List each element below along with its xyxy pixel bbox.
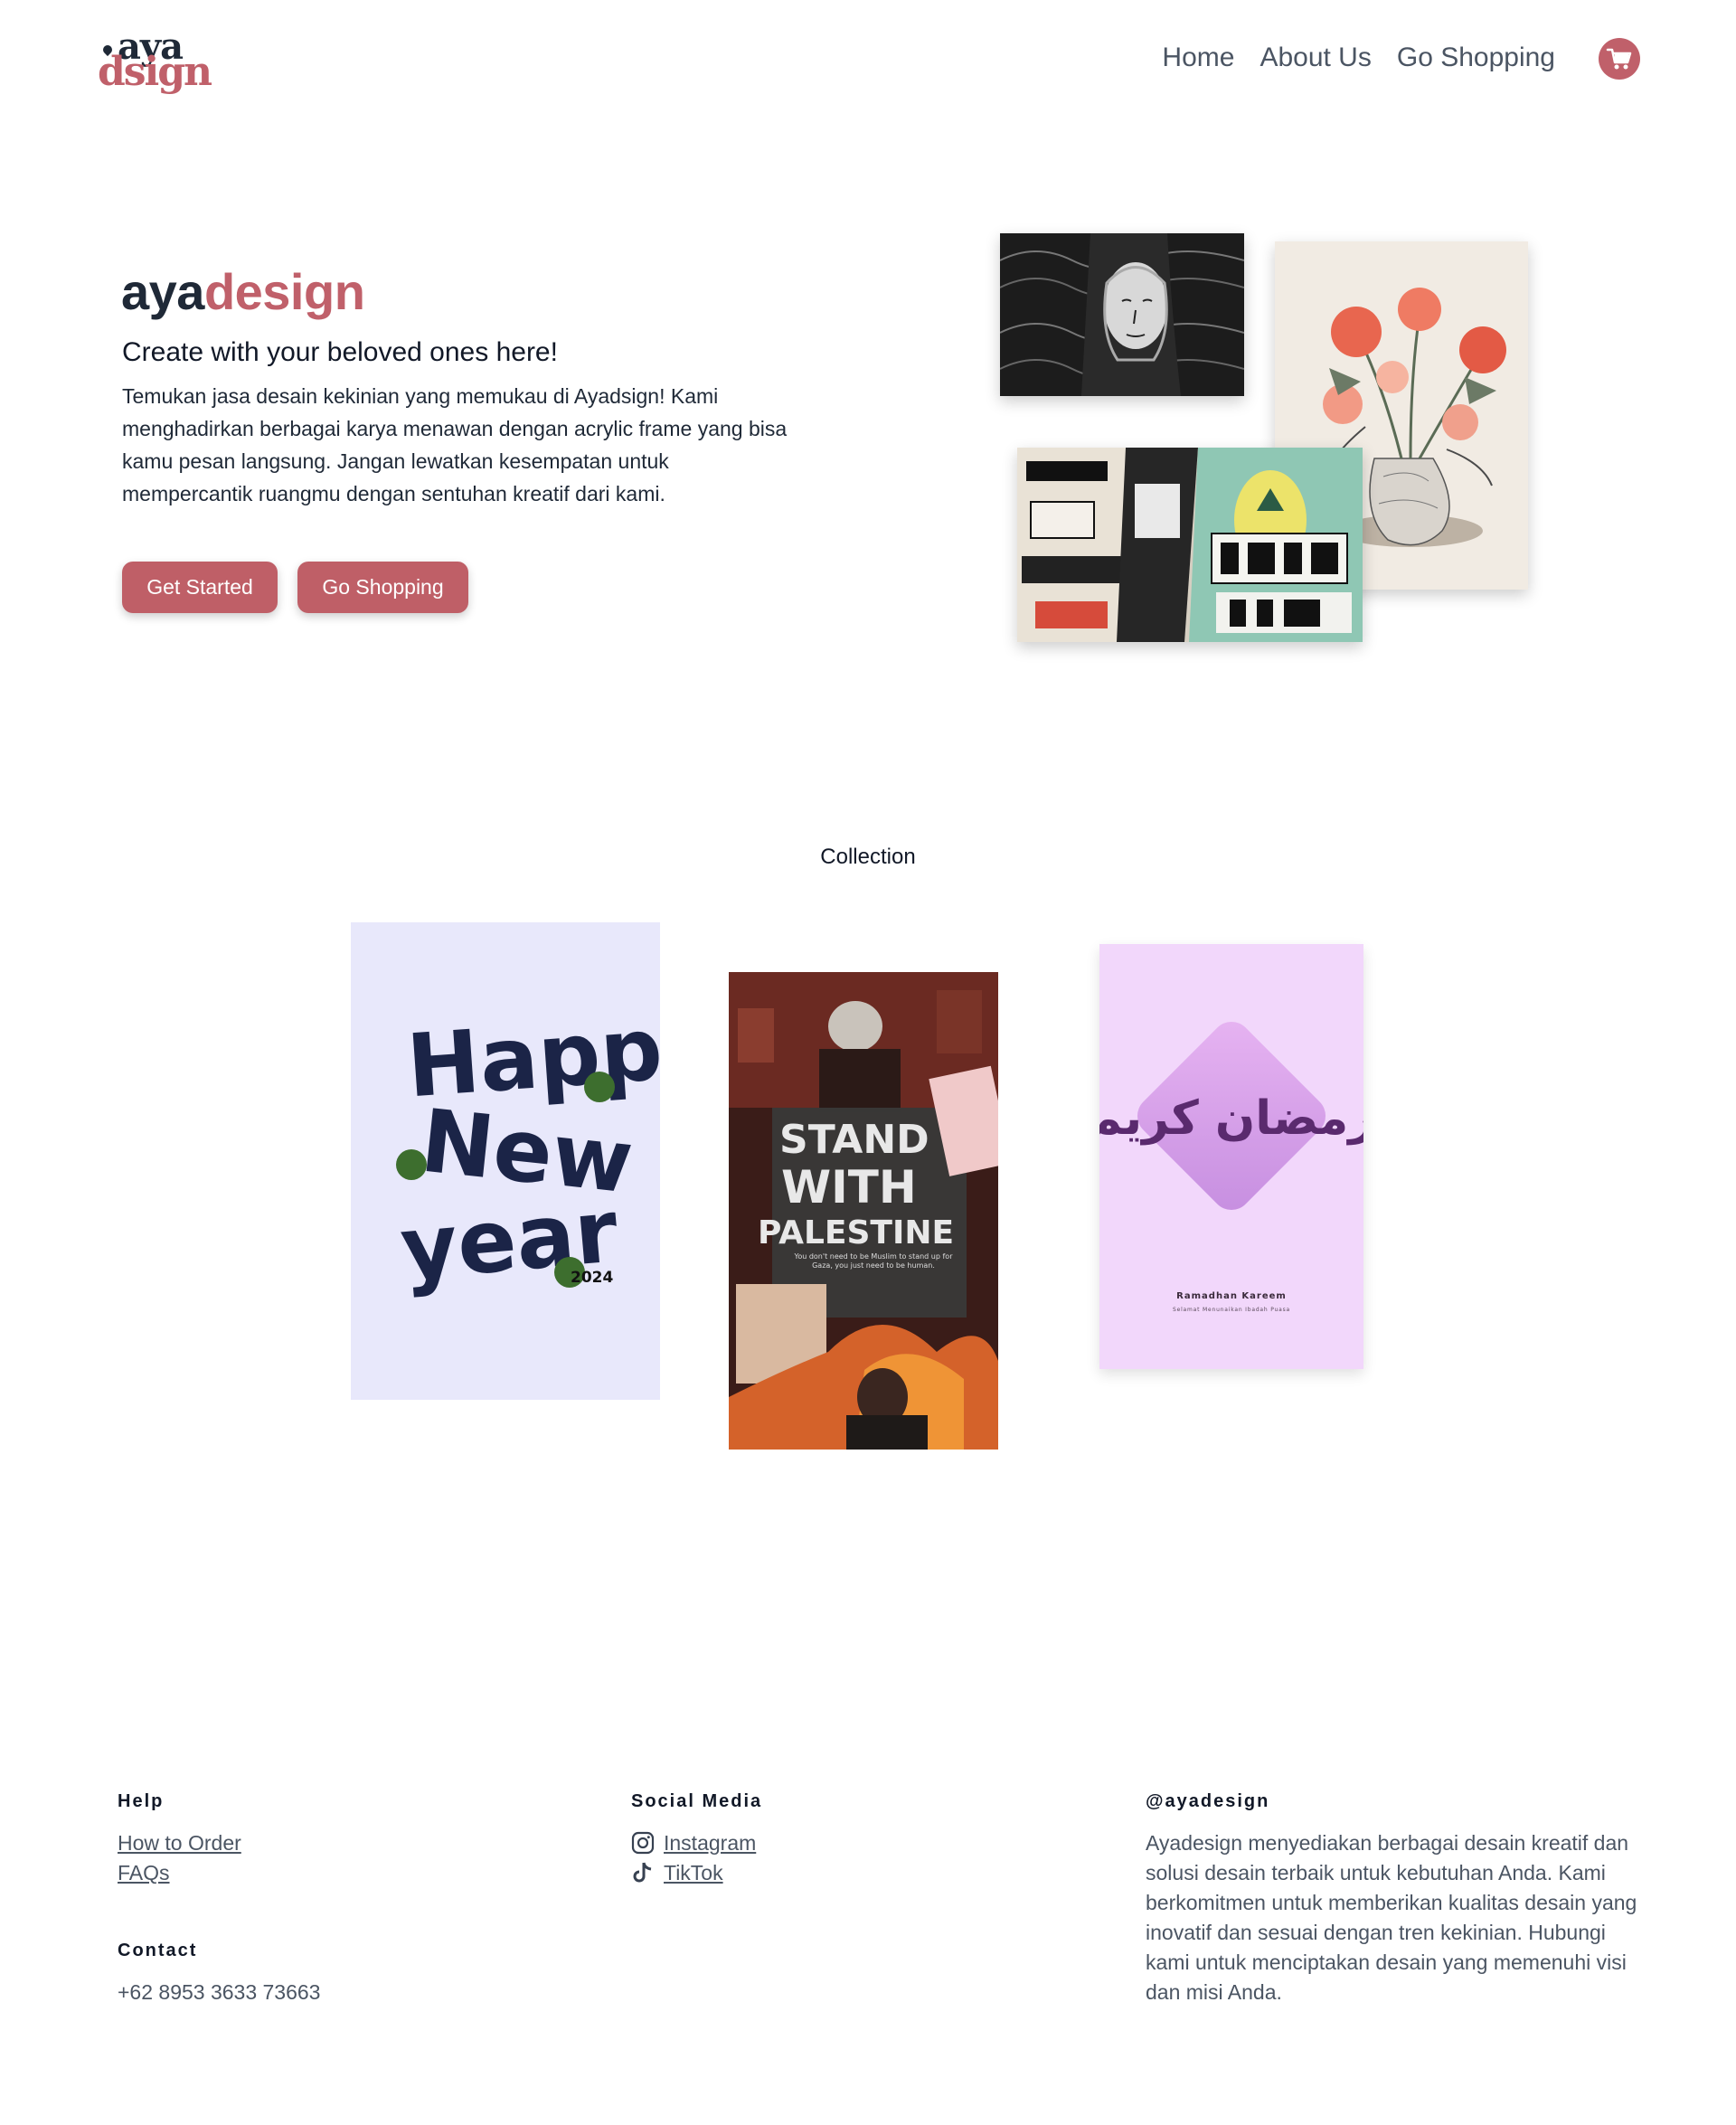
hero-title: ayadesign — [121, 262, 365, 322]
brand-logo[interactable]: aya dsign — [98, 27, 212, 95]
hero-art-portrait — [1000, 233, 1244, 396]
collection-card-palestine[interactable]: STAND WITH PALESTINE You don't need to b… — [729, 972, 998, 1450]
hero-title-part1: aya — [121, 263, 204, 320]
nav-link-about-us[interactable]: About Us — [1260, 40, 1371, 76]
hero-description: Temukan jasa desain kekinian yang memuka… — [122, 384, 788, 505]
nav-link-go-shopping[interactable]: Go Shopping — [1397, 40, 1555, 76]
hero-art-collage — [1017, 448, 1363, 642]
shopping-cart-icon — [1606, 48, 1632, 70]
nav-links: Home About Us Go Shopping — [1162, 40, 1555, 76]
tiktok-icon — [633, 1862, 652, 1883]
get-started-button[interactable]: Get Started — [122, 562, 278, 613]
footer-contact-heading: Contact — [118, 1941, 198, 1960]
footer-help-heading: Help — [118, 1791, 165, 1811]
footer-link-how-to-order[interactable]: How to Order — [118, 1828, 241, 1857]
hero-title-part2: design — [203, 263, 365, 320]
palestine-line-1: STAND — [779, 1117, 929, 1163]
cart-button[interactable] — [1599, 38, 1640, 80]
ramadan-caption: Selamat Menunaikan Ibadah Puasa — [1173, 1307, 1290, 1313]
ramadan-arabic: رمضان كريم — [1099, 1091, 1363, 1146]
footer-link-tiktok[interactable]: TikTok — [631, 1858, 723, 1887]
collection-card-new-year[interactable]: Happy New year 2024 — [351, 922, 660, 1400]
logo-text-bottom: dsign — [98, 49, 212, 95]
footer-about-text: Ayadesign menyediakan berbagai desain kr… — [1146, 1831, 1637, 2004]
top-navbar: aya dsign Home About Us Go Shopping — [0, 0, 1736, 118]
footer-phone: +62 8953 3633 73663 — [118, 1980, 321, 2004]
footer-social-heading: Social Media — [631, 1791, 763, 1811]
palestine-line-3: PALESTINE — [758, 1214, 954, 1251]
palestine-caption: You don't need to be Muslim to stand up … — [794, 1252, 953, 1270]
collection-card-ramadan[interactable]: رمضان كريم Ramadhan Kareem Selamat Menun… — [1099, 944, 1363, 1369]
instagram-label: Instagram — [664, 1831, 757, 1855]
nav-link-home[interactable]: Home — [1162, 40, 1234, 76]
palestine-line-2: WITH — [781, 1161, 917, 1214]
footer-link-faqs[interactable]: FAQs — [118, 1858, 170, 1887]
instagram-icon — [631, 1831, 655, 1855]
ramadan-title: Ramadhan Kareem — [1176, 1291, 1287, 1301]
footer-link-instagram[interactable]: Instagram — [631, 1828, 756, 1857]
collection-heading: Collection — [820, 845, 916, 869]
footer-about-heading: @ayadesign — [1146, 1791, 1270, 1811]
tiktok-label: TikTok — [664, 1861, 723, 1884]
new-year-year: 2024 — [571, 1269, 613, 1287]
hero-subtitle: Create with your beloved ones here! — [122, 337, 558, 367]
go-shopping-button[interactable]: Go Shopping — [297, 562, 468, 613]
